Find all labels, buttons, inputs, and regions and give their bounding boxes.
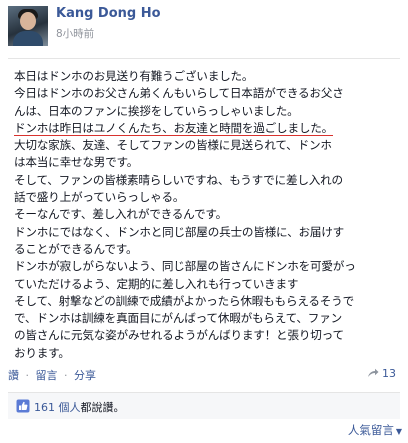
header-divider xyxy=(8,58,400,59)
likes-suffix: 都說讚。 xyxy=(80,401,125,414)
red-underline: ドンホは昨日はユノくんたち、お友達と時間を過ごしました。 xyxy=(14,120,334,136)
share-count[interactable]: 13 xyxy=(367,367,396,380)
message-line: んは、日本のファンに挨拶をしていらっしゃいました。 xyxy=(14,103,299,118)
message-line: 今日はドンホのお父さん弟くんもいらして日本語ができるお父さ xyxy=(14,86,344,101)
message-line: 大切な家族、友達、そしてファンの皆様に見送られて、ドンホ xyxy=(14,138,332,153)
message-line: は本当に幸せな男です。 xyxy=(14,155,139,170)
message-line-highlighted: ドンホは昨日はユノくんたち、お友達と時間を過ごしました。 xyxy=(14,120,394,137)
share-count-value: 13 xyxy=(382,367,396,380)
chevron-down-icon: ▼ xyxy=(395,427,402,436)
separator: · xyxy=(25,369,30,382)
share-button[interactable]: 分享 xyxy=(74,369,96,382)
avatar[interactable] xyxy=(8,6,48,46)
author-name[interactable]: Kang Dong Ho xyxy=(56,6,161,21)
avatar-body xyxy=(13,31,43,46)
post-message: 本日はドンホのお見送り有難うございました。 今日はドンホのお父さん弟くんもいらし… xyxy=(14,68,394,362)
message-line: ていただけるよう、定期的に差し入れも行っていきます xyxy=(14,276,299,291)
message-line: そして、ファンの皆様素晴らしいですね、もうすでに差し入れの xyxy=(14,172,343,187)
message-line: の皆さんに元気な姿がみせれるようがんばります！と張り切って xyxy=(14,328,344,343)
comment-sort-dropdown[interactable]: 人氣留言 ▼ xyxy=(348,422,408,438)
thumbs-up-icon xyxy=(16,399,30,413)
message-line: ドンホが寂しがらないよう、同じ部屋の皆さんにドンホを可愛がっ xyxy=(14,259,356,274)
likes-count: 161 個人 xyxy=(34,401,81,414)
likes-summary: 161 個人都說讚。 xyxy=(8,392,400,419)
message-line: そして、射撃などの訓練で成績がよかったら休暇ももらえるそうで xyxy=(14,293,354,308)
like-button[interactable]: 讚 xyxy=(8,369,19,382)
likes-count-link[interactable]: 161 個人都說讚。 xyxy=(34,399,125,415)
message-line: おります。 xyxy=(14,345,70,360)
comment-sort-label: 人氣留言 xyxy=(347,423,394,437)
post-header: Kang Dong Ho 8小時前 xyxy=(0,0,408,58)
message-line: そーなんです、差し入れができるんです。 xyxy=(14,207,228,222)
message-line: 話で盛り上がっていらっしゃる。 xyxy=(14,190,185,205)
post-actions: 讚 · 留言 · 分享 13 xyxy=(8,367,400,387)
message-line: で、ドンホは訓練を真面目にがんばって休暇がもらえて、ファン xyxy=(14,311,342,326)
post-meta: 8小時前 xyxy=(56,26,94,41)
post-timestamp[interactable]: 8小時前 xyxy=(56,28,94,40)
message-line: ドンホにではなく、ドンホと同じ部屋の兵士の皆様に、お届けす xyxy=(14,224,345,239)
message-line: 本日はドンホのお見送り有難うございました。 xyxy=(14,69,254,83)
share-icon xyxy=(368,368,379,377)
avatar-head xyxy=(20,12,36,30)
message-line: ることができるんです。 xyxy=(14,241,138,256)
separator: · xyxy=(64,369,68,382)
comment-button[interactable]: 留言 xyxy=(36,369,58,382)
